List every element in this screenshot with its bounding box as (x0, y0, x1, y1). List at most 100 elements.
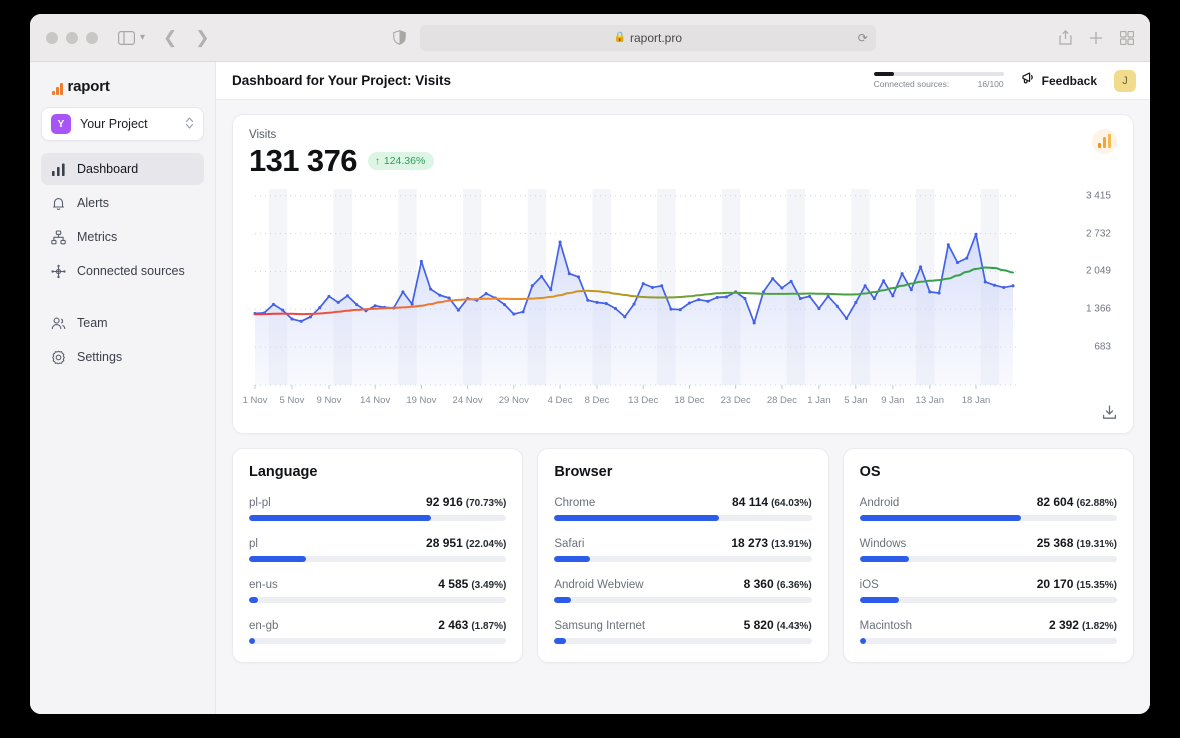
stat-row-label: en-gb (249, 620, 278, 632)
stat-row-value: 84 114 (732, 495, 768, 509)
address-bar[interactable]: 🔒 raport.pro ⟳ (420, 25, 876, 51)
stat-row-label: iOS (860, 579, 879, 591)
x-axis-tick: 9 Jan (881, 395, 904, 406)
stat-row-bar-fill (860, 597, 899, 603)
stat-row-bar (249, 638, 506, 644)
stat-row[interactable]: en-us4 585(3.49%) (249, 577, 506, 603)
stat-row-label: Android (860, 497, 900, 509)
stat-row-bar (860, 597, 1117, 603)
stat-row-label: Windows (860, 538, 907, 550)
stat-row-bar (249, 597, 506, 603)
feedback-button[interactable]: Feedback (1021, 71, 1097, 90)
stat-row-percent: (4.43%) (777, 621, 812, 632)
sidebar-item-label: Dashboard (77, 162, 138, 176)
stat-row-bar (860, 515, 1117, 521)
gear-icon (50, 349, 66, 365)
x-axis-tick: 1 Jan (807, 395, 830, 406)
stat-row-bar-fill (249, 597, 258, 603)
brand-logo[interactable]: raport (41, 62, 204, 107)
sidebar-item-label: Connected sources (77, 264, 185, 278)
arrow-up-icon: ↑ (375, 156, 380, 167)
stat-row-value: 28 951 (426, 536, 463, 550)
stat-row-label: Chrome (554, 497, 595, 509)
bar-chart-icon (50, 161, 66, 177)
y-axis-labels: 6831 3662 0492 7323 415 (1061, 187, 1117, 387)
visits-plot: 6831 3662 0492 7323 415 1 Nov5 Nov9 Nov1… (249, 187, 1117, 423)
back-arrow-icon[interactable]: ❮ (163, 28, 177, 48)
sidebar-item-alerts[interactable]: Alerts (41, 187, 204, 219)
sidebar-toggle-icon[interactable] (118, 31, 135, 45)
plus-icon[interactable] (1089, 31, 1103, 45)
visits-chart-card: Visits 131 376 ↑ 124.36% (232, 114, 1134, 434)
stat-cards-row: Language pl-pl92 916(70.73%) pl28 951(22.0… (232, 448, 1134, 663)
forward-arrow-icon[interactable]: ❯ (195, 28, 209, 48)
stat-row-bar (860, 638, 1117, 644)
stat-card-title: OS (860, 464, 1117, 480)
logo-bars-icon (52, 83, 63, 95)
reload-icon[interactable]: ⟳ (858, 31, 868, 45)
sidebar-item-label: Settings (77, 350, 122, 364)
shield-icon[interactable] (393, 30, 406, 45)
x-axis-tick: 29 Nov (499, 395, 529, 406)
x-axis-tick: 5 Jan (844, 395, 867, 406)
url-text: raport.pro (630, 31, 682, 45)
x-axis-tick: 13 Dec (628, 395, 658, 406)
stat-row-percent: (1.82%) (1082, 621, 1117, 632)
stat-row-bar-fill (249, 638, 255, 644)
stat-card-title: Language (249, 464, 506, 480)
metric-delta-value: 124.36% (384, 155, 425, 167)
lock-icon: 🔒 (614, 32, 626, 43)
window-controls[interactable] (46, 32, 98, 44)
x-axis-tick: 24 Nov (453, 395, 483, 406)
connected-sources-fill (874, 72, 895, 76)
maximize-window-button[interactable] (86, 32, 98, 44)
avatar[interactable]: J (1114, 70, 1136, 92)
sidebar-item-settings[interactable]: Settings (41, 341, 204, 373)
stat-row[interactable]: Android82 604(62.88%) (860, 495, 1117, 521)
stat-row-percent: (22.04%) (466, 539, 507, 550)
sidebar-item-dashboard[interactable]: Dashboard (41, 153, 204, 185)
project-selector[interactable]: Y Your Project (41, 107, 204, 141)
sidebar: raport Y Your Project Dashboard (30, 62, 216, 714)
stat-row-percent: (62.88%) (1076, 498, 1117, 509)
stat-row-label: Android Webview (554, 579, 643, 591)
metric-label: Visits (249, 129, 1117, 141)
stat-row[interactable]: pl-pl92 916(70.73%) (249, 495, 506, 521)
megaphone-icon (1021, 71, 1036, 90)
stat-row[interactable]: iOS 20 170(15.35%) (860, 577, 1117, 603)
chevron-up-down-icon (185, 116, 194, 132)
stat-row-value: 20 170 (1037, 577, 1074, 591)
stat-row-bar-fill (554, 597, 570, 603)
sidebar-item-label: Team (77, 316, 108, 330)
sidebar-item-metrics[interactable]: Metrics (41, 221, 204, 253)
stat-row[interactable]: Samsung Internet5 820(4.43%) (554, 618, 811, 644)
stat-card: Language pl-pl92 916(70.73%) pl28 951(22.0… (232, 448, 523, 663)
stat-row[interactable]: Chrome 84 114(64.03%) (554, 495, 811, 521)
stat-row-bar-fill (554, 515, 719, 521)
stat-row-bar (249, 556, 506, 562)
stat-row[interactable]: Safari18 273(13.91%) (554, 536, 811, 562)
safari-window: ▾ ❮ ❯ 🔒 raport.pro ⟳ (30, 14, 1150, 714)
x-axis-tick: 14 Nov (360, 395, 390, 406)
download-icon[interactable] (1102, 405, 1117, 425)
chevron-down-icon[interactable]: ▾ (140, 32, 145, 43)
stat-row[interactable]: pl28 951(22.04%) (249, 536, 506, 562)
stat-row-percent: (64.03%) (771, 498, 812, 509)
close-window-button[interactable] (46, 32, 58, 44)
tab-overview-icon[interactable] (1120, 31, 1134, 45)
plot-svg (249, 187, 1109, 393)
sidebar-item-connected-sources[interactable]: Connected sources (41, 255, 204, 287)
sidebar-item-team[interactable]: Team (41, 307, 204, 339)
y-axis-tick: 683 (1094, 342, 1111, 353)
x-axis-tick: 28 Dec (767, 395, 797, 406)
share-icon[interactable] (1059, 30, 1072, 45)
stat-row-value: 18 273 (731, 536, 768, 550)
minimize-window-button[interactable] (66, 32, 78, 44)
stat-row[interactable]: Macintosh2 392(1.82%) (860, 618, 1117, 644)
stat-row[interactable]: Android Webview8 360(6.36%) (554, 577, 811, 603)
stat-row-percent: (15.35%) (1076, 580, 1117, 591)
y-axis-tick: 1 366 (1086, 304, 1111, 315)
stat-row[interactable]: Windows25 368(19.31%) (860, 536, 1117, 562)
stat-row[interactable]: en-gb2 463(1.87%) (249, 618, 506, 644)
x-axis-tick: 8 Dec (585, 395, 610, 406)
